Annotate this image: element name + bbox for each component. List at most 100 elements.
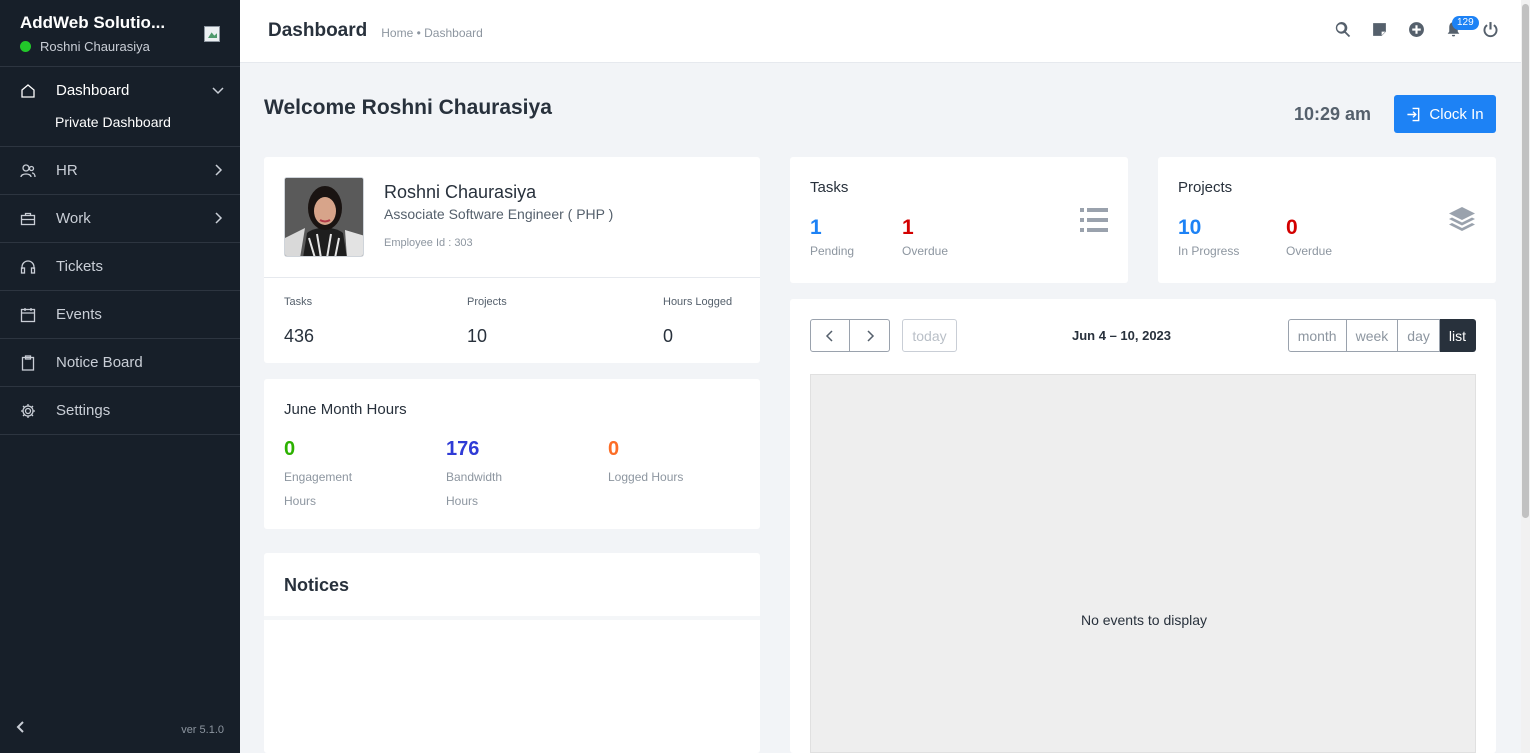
stat-tasks-label: Tasks (284, 296, 313, 308)
sidebar-subitem-private-dashboard[interactable]: Private Dashboard (0, 114, 240, 146)
sidebar: AddWeb Solutio... Roshni Chaurasiya Dash… (0, 0, 240, 753)
calendar-card: today Jun 4 – 10, 2023 month week day li… (790, 299, 1496, 753)
tasks-card-title: Tasks (810, 179, 849, 196)
home-icon (20, 83, 36, 99)
logged-hours-label: Logged Hours (608, 470, 684, 484)
welcome-heading: Welcome Roshni Chaurasiya (264, 96, 552, 119)
empty-events-message: No events to display (1080, 612, 1208, 628)
chevron-right-icon (212, 211, 224, 224)
avatar[interactable] (284, 177, 364, 257)
current-user-name: Roshni Chaurasiya (40, 39, 150, 54)
employee-id: Employee Id : 303 (384, 237, 473, 249)
tasks-card[interactable]: Tasks 1 Pending 1 Overdue (790, 157, 1128, 283)
projects-overdue-value[interactable]: 0 (1286, 216, 1298, 240)
sidebar-item-tickets[interactable]: Tickets (0, 243, 240, 290)
scrollbar-thumb[interactable] (1522, 4, 1529, 518)
stat-hours-logged-value[interactable]: 0 (663, 326, 673, 347)
sidebar-item-label: Events (56, 306, 102, 323)
top-header: Dashboard Home • Dashboard 129 (240, 0, 1521, 63)
calendar-view-switcher: month week day list (1287, 319, 1476, 352)
projects-card-title: Projects (1178, 179, 1233, 196)
view-month-button[interactable]: month (1287, 319, 1347, 352)
stat-hours-logged-label: Hours Logged (663, 296, 733, 308)
sidebar-item-work[interactable]: Work (0, 195, 240, 242)
logged-hours-value: 0 (608, 438, 620, 460)
view-day-button[interactable]: day (1398, 319, 1440, 352)
sidebar-item-label: HR (56, 162, 78, 179)
sidebar-item-label: Dashboard (56, 82, 130, 99)
calendar-today-button[interactable]: today (902, 319, 957, 352)
headset-icon (20, 259, 36, 275)
engagement-hours-label: Engagement Hours (284, 470, 353, 508)
clock-in-button[interactable]: Clock In (1394, 95, 1496, 133)
page-scrollbar[interactable] (1521, 0, 1530, 753)
sticky-note-icon[interactable] (1370, 20, 1388, 38)
layers-icon (1448, 206, 1476, 234)
view-week-button[interactable]: week (1346, 319, 1399, 352)
calendar-list-view: No events to display (810, 374, 1476, 753)
gear-icon (20, 403, 36, 419)
sidebar-item-label: Tickets (56, 258, 103, 275)
profile-card: Roshni Chaurasiya Associate Software Eng… (264, 157, 760, 363)
calendar-prev-button[interactable] (810, 319, 850, 352)
projects-in-progress-label: In Progress (1178, 244, 1240, 258)
notification-count-badge: 129 (1452, 16, 1479, 30)
tasks-overdue-value[interactable]: 1 (902, 216, 914, 240)
month-hours-title: June Month Hours (284, 401, 407, 418)
stat-projects-label: Projects (467, 296, 507, 308)
employee-role: Associate Software Engineer ( PHP ) (384, 206, 614, 222)
stat-projects-value[interactable]: 10 (467, 326, 487, 347)
sidebar-item-notice-board[interactable]: Notice Board (0, 339, 240, 386)
users-icon (20, 163, 36, 179)
divider (264, 616, 760, 620)
current-time: 10:29 am (1294, 104, 1372, 124)
page-title: Dashboard (268, 20, 368, 41)
company-name: AddWeb Solutio... (20, 13, 166, 32)
bandwidth-hours-value: 176 (446, 438, 480, 460)
calendar-date-range: Jun 4 – 10, 2023 (1072, 328, 1172, 343)
sidebar-item-settings[interactable]: Settings (0, 387, 240, 434)
brand-header[interactable]: AddWeb Solutio... Roshni Chaurasiya (0, 0, 240, 67)
projects-overdue-label: Overdue (1286, 244, 1333, 258)
engagement-hours-value: 0 (284, 438, 296, 460)
view-list-button[interactable]: list (1439, 319, 1476, 352)
sign-in-icon (1407, 107, 1420, 121)
app-version: ver 5.1.0 (181, 723, 224, 736)
notices-title: Notices (284, 575, 350, 595)
company-logo-image (204, 26, 220, 42)
divider (264, 277, 760, 278)
calendar-next-button[interactable] (850, 319, 890, 352)
sidebar-item-hr[interactable]: HR (0, 147, 240, 194)
search-icon[interactable] (1333, 20, 1351, 38)
sidebar-item-label: Notice Board (56, 354, 143, 371)
projects-in-progress-value[interactable]: 10 (1178, 216, 1201, 240)
sidebar-item-dashboard[interactable]: Dashboard (0, 67, 240, 114)
sidebar-item-label: Work (56, 210, 91, 227)
tasks-pending-label: Pending (810, 244, 855, 258)
notices-card: Notices (264, 553, 760, 753)
collapse-sidebar-icon[interactable] (14, 720, 28, 739)
breadcrumb[interactable]: Home • Dashboard (381, 26, 483, 40)
calendar-icon (20, 307, 36, 323)
power-icon[interactable] (1481, 20, 1499, 38)
list-icon (1080, 206, 1108, 234)
sidebar-item-label: Settings (56, 402, 111, 419)
chevron-right-icon (212, 163, 224, 176)
online-status-icon (20, 41, 31, 52)
sidebar-item-events[interactable]: Events (0, 291, 240, 338)
add-circle-icon[interactable] (1407, 20, 1425, 38)
clock-in-label: Clock In (1429, 105, 1484, 123)
stat-tasks-value[interactable]: 436 (284, 326, 314, 347)
projects-card[interactable]: Projects 10 In Progress 0 Overdue (1158, 157, 1496, 283)
sidebar-footer: ver 5.1.0 (0, 706, 240, 753)
employee-name[interactable]: Roshni Chaurasiya (384, 182, 536, 203)
briefcase-icon (20, 211, 36, 227)
clipboard-icon (20, 354, 36, 371)
tasks-overdue-label: Overdue (902, 244, 949, 258)
chevron-left-icon (825, 329, 833, 342)
notification-bell-icon[interactable]: 129 (1444, 16, 1479, 38)
current-user: Roshni Chaurasiya (20, 39, 220, 54)
tasks-pending-value[interactable]: 1 (810, 216, 822, 240)
chevron-right-icon (866, 329, 874, 342)
bandwidth-hours-label: Bandwidth Hours (446, 470, 503, 508)
